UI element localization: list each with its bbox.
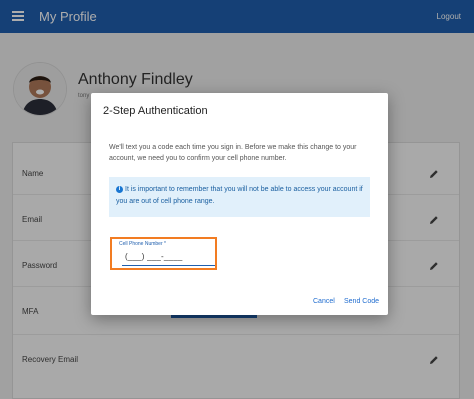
cell-phone-underline [122, 265, 215, 266]
info-alert-text: It is important to remember that you wil… [116, 186, 363, 205]
dialog-description: We'll text you a code each time you sign… [109, 144, 357, 162]
send-code-button[interactable]: Send Code [344, 298, 379, 305]
dialog-title: 2-Step Authentication [103, 105, 208, 117]
cell-phone-input[interactable]: (___) ___-____ [125, 252, 183, 261]
cell-phone-field: Cell Phone Number * (___) ___-____ [110, 237, 217, 270]
cell-phone-label: Cell Phone Number * [119, 241, 166, 247]
two-step-auth-dialog: 2-Step Authentication We'll text you a c… [91, 93, 388, 315]
cancel-button[interactable]: Cancel [313, 298, 335, 305]
info-alert: i It is important to remember that you w… [109, 177, 370, 217]
